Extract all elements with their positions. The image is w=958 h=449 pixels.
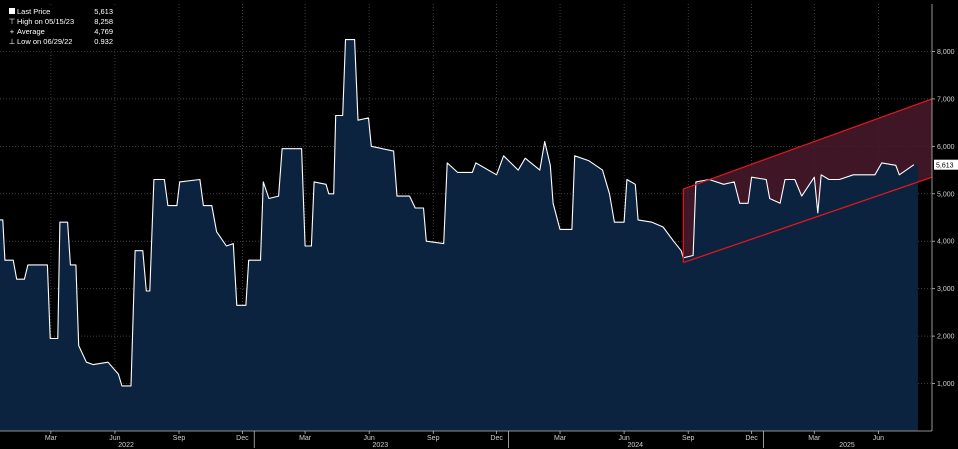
legend-value: 8,258 — [94, 17, 113, 26]
x-year-label: 2023 — [373, 442, 389, 449]
legend-item-last-price: Last Price 5,613 — [7, 7, 113, 17]
high-marker-icon: ⊤ — [8, 17, 16, 26]
legend-value: 5,613 — [94, 7, 113, 16]
x-tick-label: Mar — [554, 435, 567, 442]
x-tick-label: Mar — [808, 435, 821, 442]
x-tick-label: Jun — [873, 435, 884, 442]
legend-item-average: + Average 4,769 — [7, 27, 113, 37]
legend-value: 4,769 — [94, 27, 113, 36]
y-tick-label: 3,000 — [937, 286, 955, 293]
x-tick-label: Mar — [299, 435, 312, 442]
legend-item-high: ⊤ High on 05/15/23 8,258 — [7, 17, 113, 27]
legend: Last Price 5,613 ⊤ High on 05/15/23 8,25… — [4, 6, 116, 48]
last-price-label: 5,613 — [936, 163, 954, 170]
x-year-label: 2024 — [627, 442, 643, 449]
x-tick-label: Sep — [682, 435, 695, 442]
x-tick-label: Sep — [173, 435, 186, 442]
x-tick-label: Jun — [364, 435, 375, 442]
legend-value: 0.932 — [94, 37, 113, 46]
legend-label: Low on 06/29/22 — [17, 37, 73, 46]
last-price-marker: 5,613 — [934, 159, 958, 170]
x-axis-ticks: Mar Jun Sep Dec Mar Jun Sep Dec Mar Jun Sep Dec Mar J… — [45, 431, 884, 449]
x-year-label: 2025 — [839, 442, 855, 449]
x-tick-label: Dec — [745, 435, 758, 442]
x-tick-label: Mar — [45, 435, 58, 442]
average-marker-icon: + — [9, 27, 15, 36]
y-tick-label: 5,000 — [937, 191, 955, 198]
y-tick-label: 8,000 — [937, 49, 955, 56]
y-tick-label: 6,000 — [937, 144, 955, 151]
x-tick-label: Jun — [109, 435, 120, 442]
low-marker-icon: ⊥ — [8, 37, 16, 46]
legend-label: Last Price — [17, 7, 51, 16]
legend-label: High on 05/15/23 — [17, 17, 75, 26]
price-area-fill — [0, 39, 918, 431]
y-tick-label: 2,000 — [937, 334, 955, 341]
y-tick-label: 1,000 — [937, 381, 955, 388]
y-tick-label: 4,000 — [937, 239, 955, 246]
x-tick-label: Sep — [427, 435, 440, 442]
x-tick-label: Jun — [618, 435, 629, 442]
y-axis-ticks: 1,000 2,000 3,000 4,000 5,000 6,000 7,000 8,000 — [932, 49, 955, 388]
x-tick-label: Dec — [490, 435, 503, 442]
y-tick-label: 7,000 — [937, 96, 955, 103]
legend-label: Average — [17, 27, 45, 36]
legend-item-low: ⊥ Low on 06/29/22 0.932 — [7, 37, 113, 47]
price-area — [0, 39, 918, 431]
price-chart: 1,000 2,000 3,000 4,000 5,000 6,000 7,000 8,000… — [0, 4, 958, 449]
x-tick-label: Dec — [236, 435, 249, 442]
x-year-label: 2022 — [118, 442, 134, 449]
square-icon — [7, 7, 17, 17]
